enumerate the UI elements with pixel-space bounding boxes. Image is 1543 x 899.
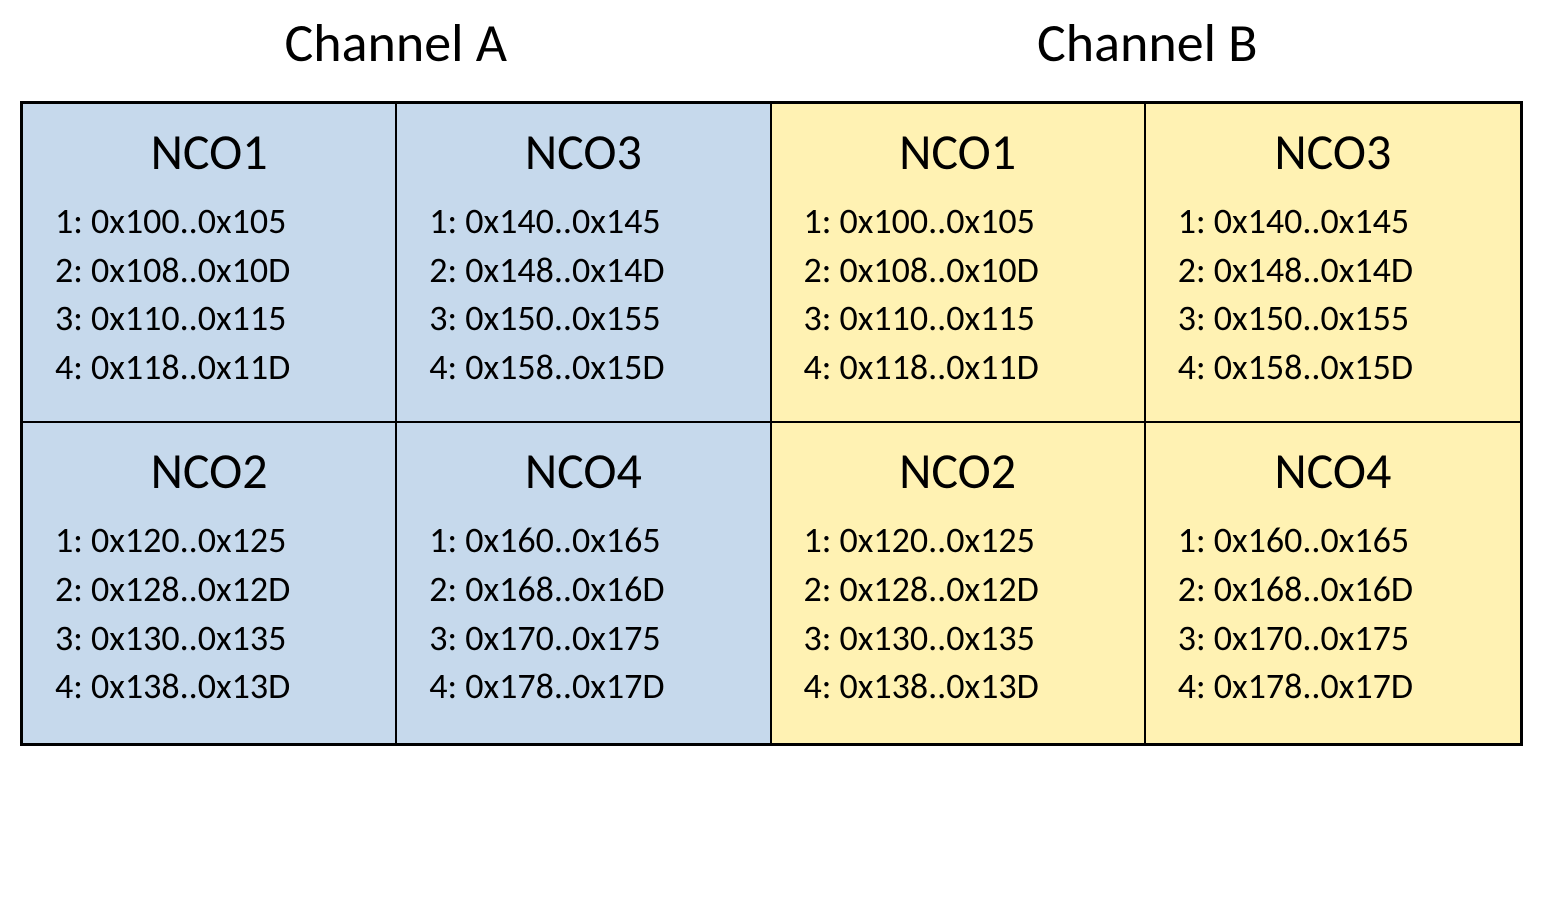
nco-title: NCO4: [1274, 441, 1391, 502]
nco-title: NCO1: [151, 122, 268, 183]
nco-title: NCO3: [1274, 122, 1391, 183]
address-entry: 3: 0x170..0x175: [1178, 614, 1520, 663]
address-entry: 2: 0x128..0x12D: [55, 565, 395, 614]
address-entry: 4: 0x118..0x11D: [55, 343, 395, 392]
nco-title: NCO1: [899, 122, 1016, 183]
address-entry: 4: 0x178..0x17D: [429, 662, 769, 711]
address-entry: 2: 0x108..0x10D: [804, 246, 1144, 295]
nco-entries: 1: 0x100..0x105 2: 0x108..0x10D 3: 0x110…: [23, 197, 395, 391]
address-entry: 3: 0x110..0x115: [804, 294, 1144, 343]
address-entry: 2: 0x128..0x12D: [804, 565, 1144, 614]
nco-title: NCO2: [151, 441, 268, 502]
address-entry: 4: 0x138..0x13D: [804, 662, 1144, 711]
address-entry: 1: 0x140..0x145: [1178, 197, 1520, 246]
nco-grid: NCO1 1: 0x100..0x105 2: 0x108..0x10D 3: …: [20, 101, 1523, 746]
nco-entries: 1: 0x120..0x125 2: 0x128..0x12D 3: 0x130…: [772, 516, 1144, 710]
address-entry: 1: 0x100..0x105: [55, 197, 395, 246]
address-entry: 4: 0x138..0x13D: [55, 662, 395, 711]
nco-cell-b3: NCO3 1: 0x140..0x145 2: 0x148..0x14D 3: …: [1146, 104, 1520, 423]
nco-entries: 1: 0x160..0x165 2: 0x168..0x16D 3: 0x170…: [397, 516, 769, 710]
channel-a-header: Channel A: [20, 10, 772, 76]
address-entry: 1: 0x140..0x145: [429, 197, 769, 246]
address-entry: 3: 0x110..0x115: [55, 294, 395, 343]
nco-cell-b2: NCO2 1: 0x120..0x125 2: 0x128..0x12D 3: …: [772, 423, 1146, 742]
address-entry: 2: 0x168..0x16D: [429, 565, 769, 614]
nco-title: NCO2: [899, 441, 1016, 502]
address-entry: 4: 0x158..0x15D: [1178, 343, 1520, 392]
channel-b-header: Channel B: [772, 10, 1524, 76]
nco-cell-a1: NCO1 1: 0x100..0x105 2: 0x108..0x10D 3: …: [23, 104, 397, 423]
address-entry: 2: 0x148..0x14D: [429, 246, 769, 295]
address-entry: 3: 0x130..0x135: [804, 614, 1144, 663]
address-entry: 2: 0x148..0x14D: [1178, 246, 1520, 295]
nco-entries: 1: 0x140..0x145 2: 0x148..0x14D 3: 0x150…: [1146, 197, 1520, 391]
nco-cell-a4: NCO4 1: 0x160..0x165 2: 0x168..0x16D 3: …: [397, 423, 771, 742]
address-entry: 1: 0x160..0x165: [1178, 516, 1520, 565]
nco-entries: 1: 0x140..0x145 2: 0x148..0x14D 3: 0x150…: [397, 197, 769, 391]
address-entry: 3: 0x150..0x155: [1178, 294, 1520, 343]
nco-cell-a2: NCO2 1: 0x120..0x125 2: 0x128..0x12D 3: …: [23, 423, 397, 742]
nco-cell-b1: NCO1 1: 0x100..0x105 2: 0x108..0x10D 3: …: [772, 104, 1146, 423]
address-entry: 2: 0x168..0x16D: [1178, 565, 1520, 614]
channel-headers: Channel A Channel B: [20, 10, 1523, 76]
address-entry: 1: 0x120..0x125: [804, 516, 1144, 565]
nco-cell-a3: NCO3 1: 0x140..0x145 2: 0x148..0x14D 3: …: [397, 104, 771, 423]
nco-entries: 1: 0x160..0x165 2: 0x168..0x16D 3: 0x170…: [1146, 516, 1520, 710]
address-entry: 1: 0x120..0x125: [55, 516, 395, 565]
address-entry: 4: 0x178..0x17D: [1178, 662, 1520, 711]
diagram-container: Channel A Channel B NCO1 1: 0x100..0x105…: [20, 10, 1523, 746]
address-entry: 4: 0x118..0x11D: [804, 343, 1144, 392]
nco-cell-b4: NCO4 1: 0x160..0x165 2: 0x168..0x16D 3: …: [1146, 423, 1520, 742]
address-entry: 3: 0x150..0x155: [429, 294, 769, 343]
nco-title: NCO4: [525, 441, 642, 502]
address-entry: 2: 0x108..0x10D: [55, 246, 395, 295]
address-entry: 1: 0x100..0x105: [804, 197, 1144, 246]
address-entry: 3: 0x170..0x175: [429, 614, 769, 663]
address-entry: 4: 0x158..0x15D: [429, 343, 769, 392]
nco-entries: 1: 0x100..0x105 2: 0x108..0x10D 3: 0x110…: [772, 197, 1144, 391]
nco-title: NCO3: [525, 122, 642, 183]
address-entry: 3: 0x130..0x135: [55, 614, 395, 663]
nco-entries: 1: 0x120..0x125 2: 0x128..0x12D 3: 0x130…: [23, 516, 395, 710]
address-entry: 1: 0x160..0x165: [429, 516, 769, 565]
